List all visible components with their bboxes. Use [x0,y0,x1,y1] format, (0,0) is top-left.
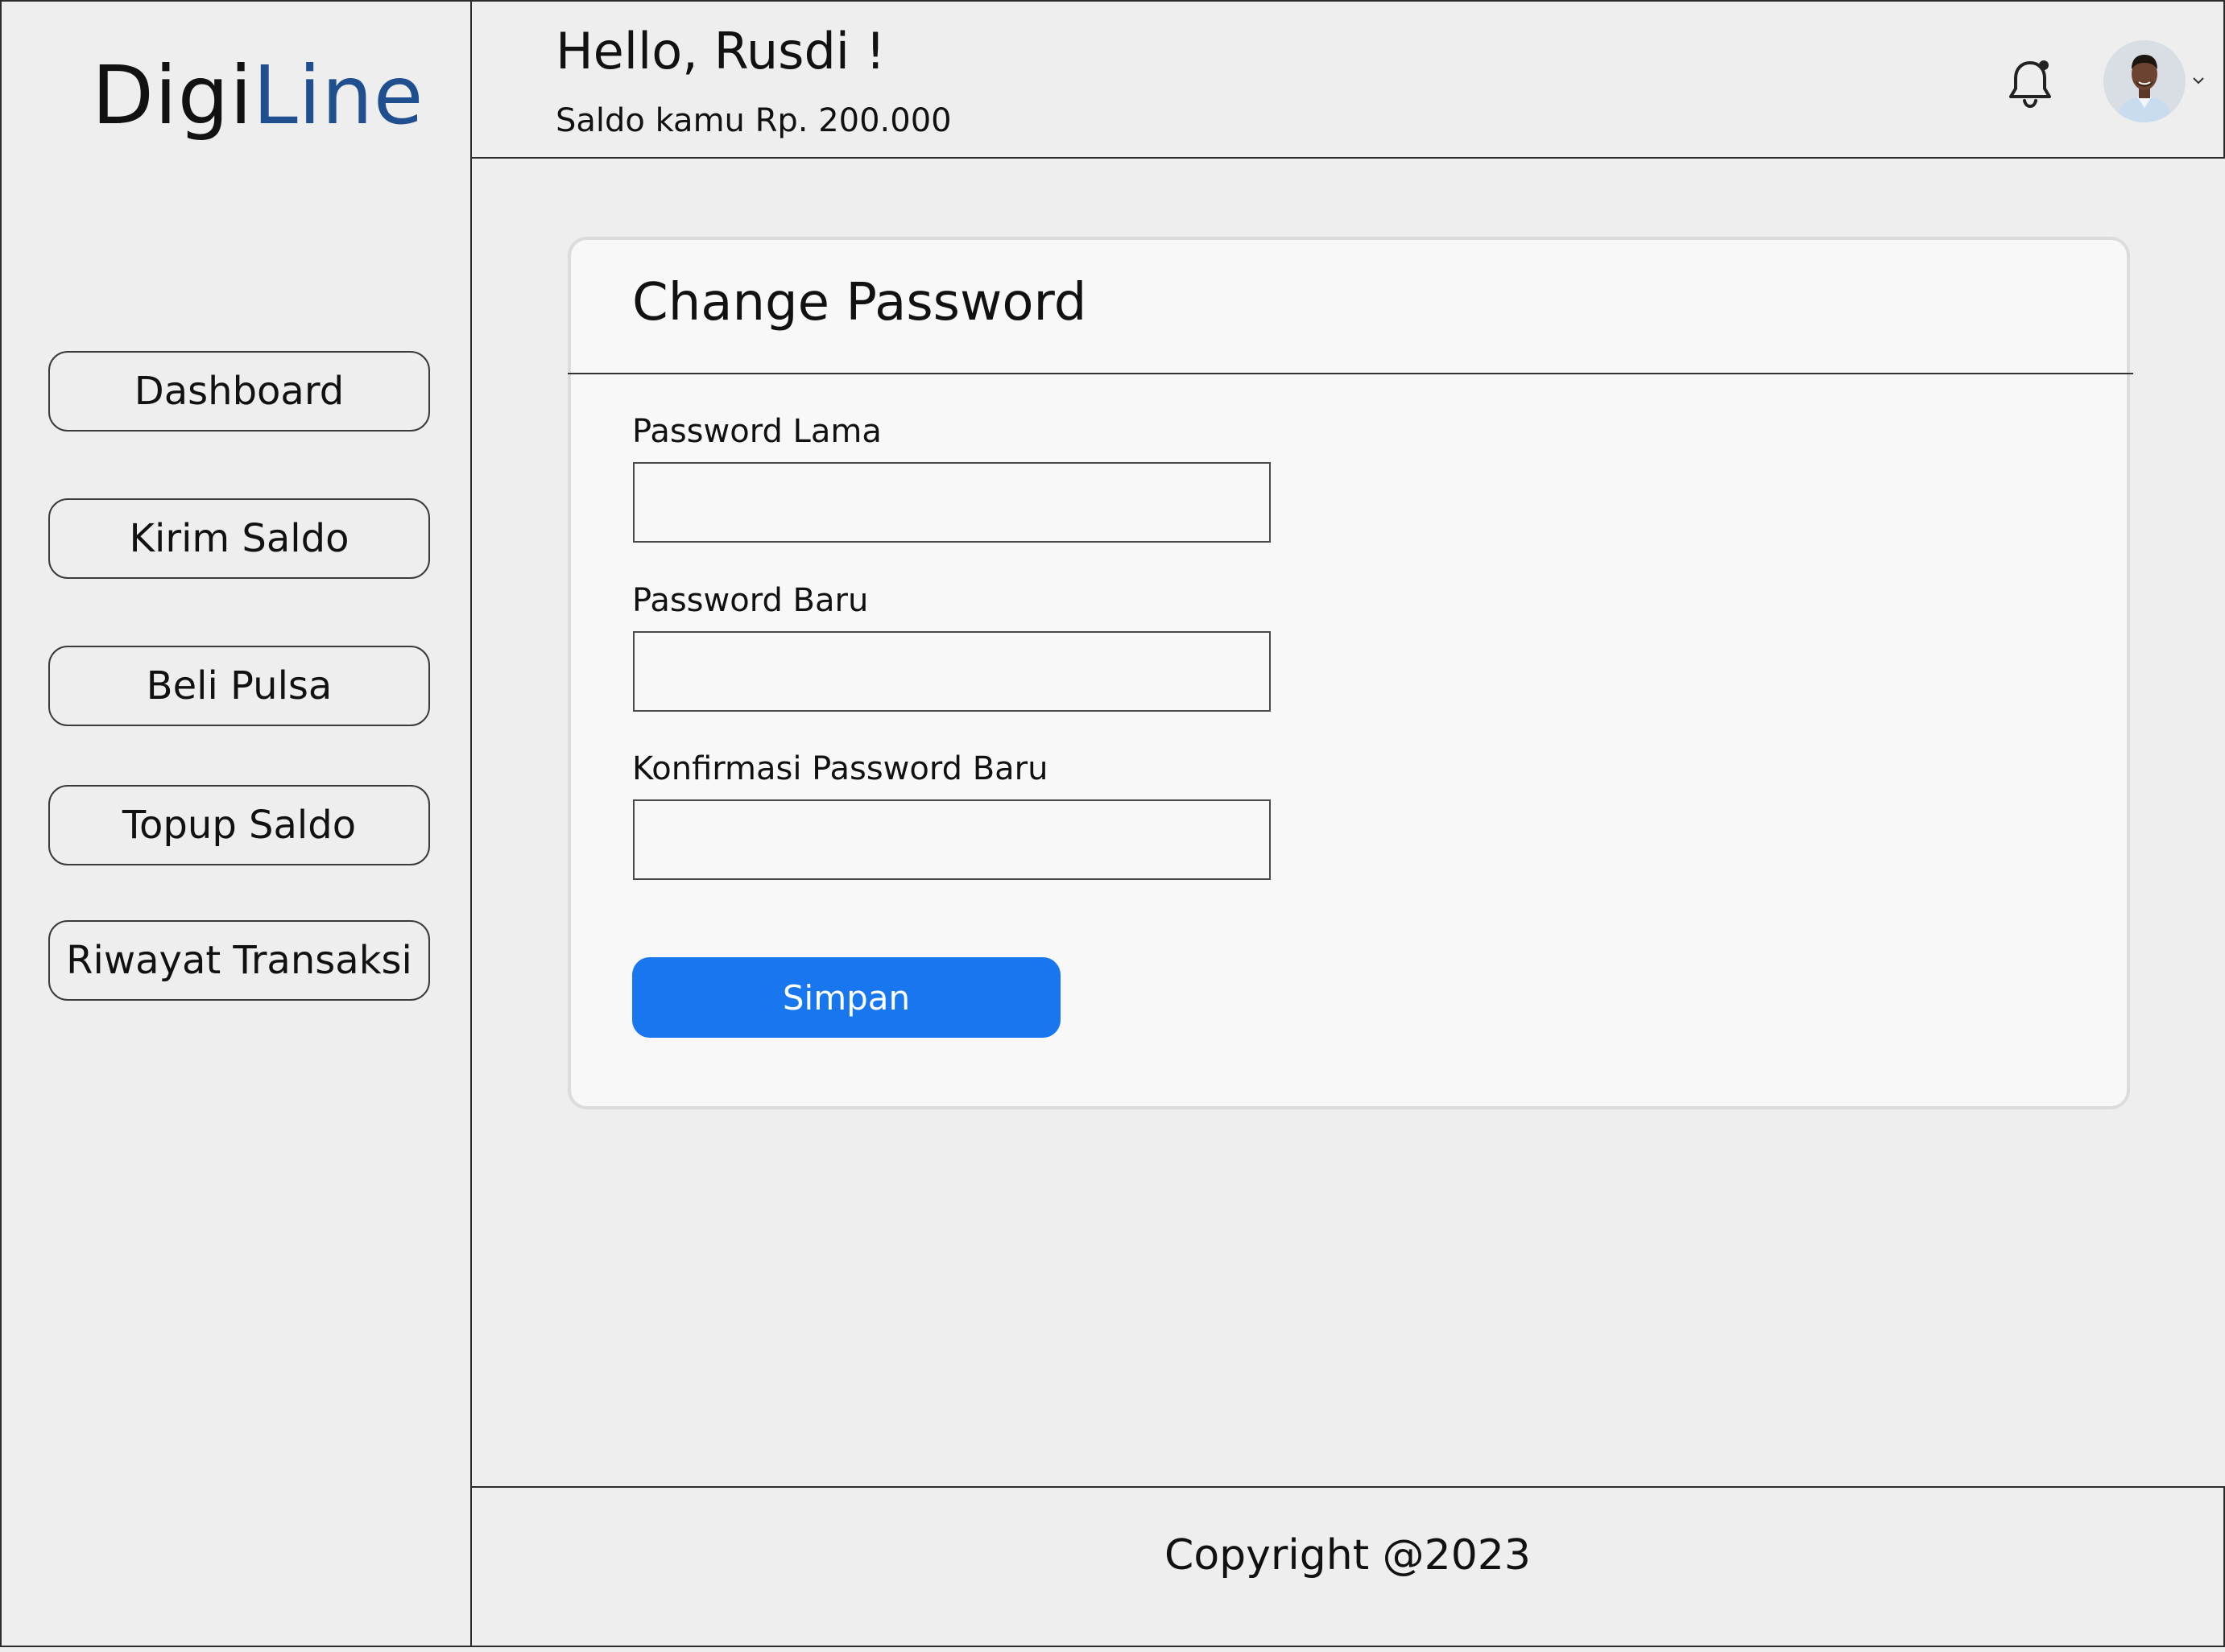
copyright-text: Copyright @2023 [1164,1531,1531,1580]
save-button[interactable]: Simpan [632,957,1061,1038]
new-password-input[interactable] [633,631,1271,712]
logo-text-line: Line [253,48,424,142]
old-password-input[interactable] [633,462,1271,543]
balance-text: Saldo kamu Rp. 200.000 [556,102,952,139]
sidebar-item-label: Riwayat Transaksi [66,938,412,983]
change-password-card: Change Password Password Lama Password B… [568,237,2133,1109]
logo-text-digi: Digi [92,48,254,142]
app-logo[interactable]: DigiLine [92,43,424,148]
card-divider [568,373,2133,374]
chevron-down-icon[interactable] [2189,71,2208,90]
sidebar: DigiLine Dashboard Kirim Saldo Beli Puls… [0,0,472,1647]
sidebar-item-beli-pulsa[interactable]: Beli Pulsa [48,646,430,726]
sidebar-item-dashboard[interactable]: Dashboard [48,351,430,432]
sidebar-item-label: Topup Saldo [122,803,357,848]
sidebar-item-label: Beli Pulsa [146,663,333,708]
old-password-label: Password Lama [632,413,882,450]
sidebar-item-topup-saldo[interactable]: Topup Saldo [48,785,430,865]
page-title: Change Password [632,273,1087,332]
confirm-password-label: Konfirmasi Password Baru [632,750,1048,787]
confirm-password-input[interactable] [633,799,1271,880]
avatar[interactable] [2103,40,2186,122]
sidebar-item-label: Kirim Saldo [129,516,349,561]
sidebar-item-kirim-saldo[interactable]: Kirim Saldo [48,498,430,579]
sidebar-item-riwayat-transaksi[interactable]: Riwayat Transaksi [48,920,430,1001]
greeting-text: Hello, Rusdi ! [556,22,886,81]
bell-icon[interactable] [2002,55,2058,111]
footer: Copyright @2023 [472,1486,2225,1647]
new-password-label: Password Baru [632,582,869,619]
top-header: Hello, Rusdi ! Saldo kamu Rp. 200.000 [472,0,2225,159]
sidebar-item-label: Dashboard [134,369,345,414]
